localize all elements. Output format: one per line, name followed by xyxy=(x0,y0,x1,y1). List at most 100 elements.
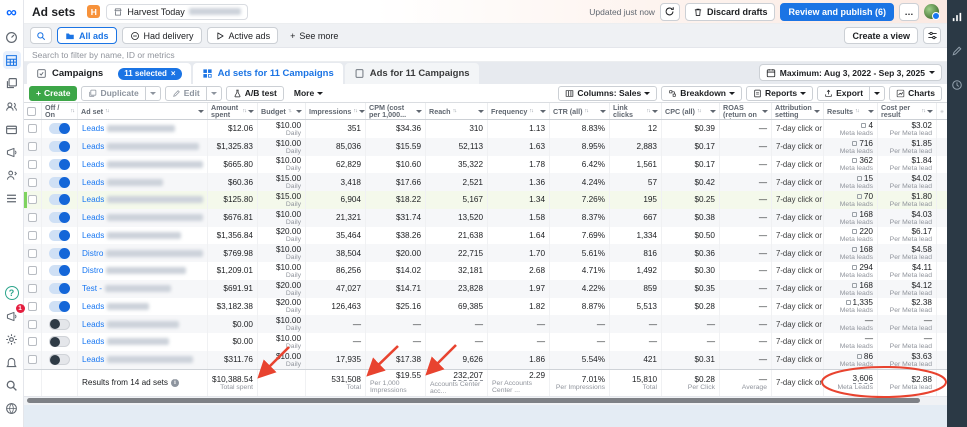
reports-button[interactable]: Reports xyxy=(746,86,813,101)
date-range-picker[interactable]: Maximum: Aug 3, 2022 - Sep 3, 2025 xyxy=(759,64,942,81)
announcements-icon[interactable]: 1 xyxy=(3,307,21,325)
duplicate-dropdown[interactable] xyxy=(146,86,161,101)
filter-chip-active-ads[interactable]: Active ads xyxy=(207,27,279,44)
advertise-megaphone-icon[interactable] xyxy=(3,143,21,161)
adset-toggle[interactable] xyxy=(49,159,70,170)
col-cpc[interactable]: CPC (all)↑↓ xyxy=(662,103,720,119)
adset-name-link[interactable]: Leads xyxy=(82,195,104,204)
adset-toggle[interactable] xyxy=(49,212,70,223)
settings-gear-icon[interactable] xyxy=(3,330,21,348)
adset-name-link[interactable]: Leads xyxy=(82,231,104,240)
col-amount-spent[interactable]: Amount spent↑↓ xyxy=(208,103,258,119)
table-search-input[interactable] xyxy=(32,50,939,60)
tab-campaigns[interactable]: Campaigns 11 selected× xyxy=(27,63,191,84)
row-checkbox[interactable] xyxy=(28,124,37,133)
adset-name-link[interactable]: Leads xyxy=(82,124,104,133)
tab-ads[interactable]: Ads for 11 Campaigns xyxy=(345,63,479,84)
language-globe-icon[interactable] xyxy=(3,399,21,417)
search-filter-button[interactable] xyxy=(30,27,52,44)
row-checkbox[interactable] xyxy=(28,195,37,204)
adset-toggle[interactable] xyxy=(49,283,70,294)
more-menu-button[interactable]: More xyxy=(288,86,329,101)
review-publish-button[interactable]: Review and publish (6) xyxy=(780,3,894,21)
refresh-button[interactable] xyxy=(660,3,680,21)
clear-selection-icon[interactable]: × xyxy=(171,69,176,78)
columns-button[interactable]: Columns: Sales xyxy=(558,86,657,101)
global-search-icon[interactable] xyxy=(3,376,21,394)
edit-button[interactable]: Edit xyxy=(165,86,207,101)
duplicate-button[interactable]: Duplicate xyxy=(81,86,145,101)
adset-toggle[interactable] xyxy=(49,354,70,365)
adset-name-link[interactable]: Leads xyxy=(82,355,104,364)
col-results[interactable]: Results↑↓ xyxy=(824,103,878,119)
col-cpm[interactable]: CPM (cost per 1,000... xyxy=(366,103,426,119)
col-frequency[interactable]: Frequency↑↓ xyxy=(488,103,550,119)
charts-button[interactable]: Charts xyxy=(889,86,942,101)
partners-icon[interactable] xyxy=(3,166,21,184)
row-checkbox[interactable] xyxy=(28,337,37,346)
row-checkbox[interactable] xyxy=(28,284,37,293)
all-tools-menu-icon[interactable] xyxy=(3,189,21,207)
see-more-filters[interactable]: +See more xyxy=(283,27,345,44)
meta-logo-icon[interactable]: ∞ xyxy=(6,5,17,20)
adset-name-link[interactable]: Leads xyxy=(82,213,104,222)
selected-count-pill[interactable]: 11 selected× xyxy=(118,68,181,80)
adset-toggle[interactable] xyxy=(49,301,70,312)
row-checkbox[interactable] xyxy=(28,178,37,187)
account-selector[interactable]: Harvest Today xyxy=(106,4,247,20)
account-overview-icon[interactable] xyxy=(3,28,21,46)
adset-toggle[interactable] xyxy=(49,141,70,152)
row-checkbox[interactable] xyxy=(28,231,37,240)
col-attribution[interactable]: Attribution setting xyxy=(772,103,824,119)
campaigns-nav-icon[interactable] xyxy=(3,51,21,69)
adset-name-link[interactable]: Test - xyxy=(82,284,102,293)
user-avatar[interactable] xyxy=(924,4,939,19)
updates-bell-icon[interactable] xyxy=(3,353,21,371)
edit-dropdown[interactable] xyxy=(207,86,222,101)
row-checkbox[interactable] xyxy=(28,213,37,222)
info-icon[interactable]: i xyxy=(171,379,179,387)
adset-toggle[interactable] xyxy=(49,248,70,259)
col-link-clicks[interactable]: Link clicks↑↓ xyxy=(610,103,662,119)
ads-reporting-icon[interactable] xyxy=(3,74,21,92)
discard-drafts-button[interactable]: Discard drafts xyxy=(685,3,776,21)
column-settings-gear-icon[interactable] xyxy=(937,103,947,119)
row-checkbox[interactable] xyxy=(28,160,37,169)
create-view-button[interactable]: Create a view xyxy=(844,27,918,44)
row-checkbox[interactable] xyxy=(28,355,37,364)
export-button[interactable]: Export xyxy=(817,86,870,101)
adset-toggle[interactable] xyxy=(49,336,70,347)
scrollbar-thumb[interactable] xyxy=(27,398,920,403)
row-checkbox[interactable] xyxy=(28,320,37,329)
col-ad-set[interactable]: Ad set↑↓ xyxy=(78,103,208,119)
adset-name-link[interactable]: Distro xyxy=(82,266,103,275)
adset-toggle[interactable] xyxy=(49,123,70,134)
row-checkbox[interactable] xyxy=(28,142,37,151)
adset-name-link[interactable]: Leads xyxy=(82,302,104,311)
col-off-on[interactable]: Off / On↑↓ xyxy=(42,103,78,119)
col-budget[interactable]: Budget↑↓ xyxy=(258,103,306,119)
adset-name-link[interactable]: Distro xyxy=(82,249,103,258)
row-checkbox[interactable] xyxy=(28,249,37,258)
history-clock-icon[interactable] xyxy=(948,76,966,94)
col-reach[interactable]: Reach↑↓ xyxy=(426,103,488,119)
more-options-button[interactable]: … xyxy=(899,3,919,21)
edit-panel-icon[interactable] xyxy=(948,42,966,60)
view-settings-button[interactable] xyxy=(923,27,941,44)
audiences-icon[interactable] xyxy=(3,97,21,115)
select-all-checkbox[interactable] xyxy=(27,107,36,116)
adset-name-link[interactable]: Leads xyxy=(82,142,104,151)
filter-chip-had-delivery[interactable]: Had delivery xyxy=(122,27,202,44)
adset-toggle[interactable] xyxy=(49,319,70,330)
adset-toggle[interactable] xyxy=(49,177,70,188)
performance-charts-icon[interactable] xyxy=(948,8,966,26)
col-purchase-roas[interactable]: Purchase ROAS (return on ad... xyxy=(720,103,772,119)
col-impressions[interactable]: Impressions↑↓ xyxy=(306,103,366,119)
adset-toggle[interactable] xyxy=(49,265,70,276)
tab-ad-sets[interactable]: Ad sets for 11 Campaigns xyxy=(193,63,343,84)
col-ctr[interactable]: CTR (all)↑↓ xyxy=(550,103,610,119)
account-avatar-badge[interactable]: H xyxy=(87,5,100,18)
help-icon[interactable]: ? xyxy=(3,284,21,302)
row-checkbox[interactable] xyxy=(28,266,37,275)
adset-toggle[interactable] xyxy=(49,230,70,241)
